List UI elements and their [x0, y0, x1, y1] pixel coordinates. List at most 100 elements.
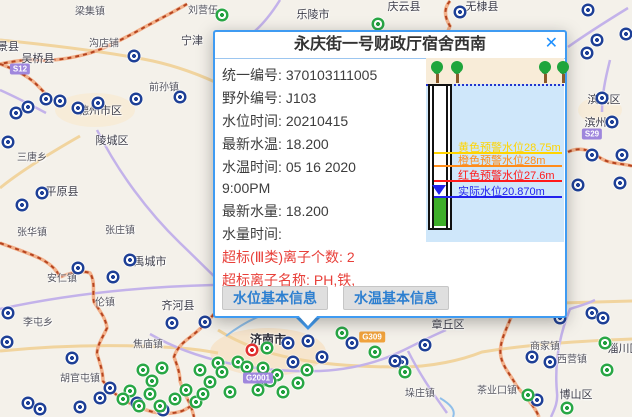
station-marker[interactable] — [133, 400, 146, 413]
station-marker[interactable] — [216, 9, 229, 22]
station-marker[interactable] — [54, 95, 67, 108]
station-marker[interactable] — [74, 401, 87, 414]
station-marker[interactable] — [1, 336, 14, 349]
water-temp-info-button[interactable]: 水温基本信息 — [343, 286, 449, 310]
station-marker[interactable] — [128, 50, 141, 63]
map-label: 禹城市 — [134, 253, 167, 269]
station-marker[interactable] — [454, 6, 467, 19]
station-marker[interactable] — [596, 92, 609, 105]
station-marker[interactable] — [302, 335, 315, 348]
station-marker[interactable] — [130, 93, 143, 106]
station-marker[interactable] — [597, 312, 610, 325]
station-marker[interactable] — [180, 384, 193, 397]
station-marker[interactable] — [144, 388, 157, 401]
station-marker[interactable] — [616, 149, 629, 162]
station-marker[interactable] — [522, 389, 535, 402]
station-marker[interactable] — [2, 136, 15, 149]
station-marker[interactable] — [10, 107, 23, 120]
popup-buttons: 水位基本信息 水温基本信息 — [222, 286, 449, 310]
station-marker[interactable] — [117, 393, 130, 406]
station-marker[interactable] — [561, 402, 574, 415]
station-marker[interactable] — [544, 356, 557, 369]
station-marker[interactable] — [261, 342, 274, 355]
map-label: 梁集镇 — [75, 3, 105, 18]
close-icon[interactable]: ✕ — [545, 34, 558, 54]
station-marker[interactable] — [599, 337, 612, 350]
station-marker[interactable] — [601, 364, 614, 377]
station-marker[interactable] — [389, 355, 402, 368]
station-marker[interactable] — [36, 187, 49, 200]
field-latest-volume: 最新水量:18.200 — [222, 201, 404, 222]
station-marker[interactable] — [292, 377, 305, 390]
selected-station-marker[interactable] — [246, 344, 259, 357]
station-marker[interactable] — [72, 262, 85, 275]
station-marker[interactable] — [169, 393, 182, 406]
station-marker[interactable] — [287, 356, 300, 369]
map-label: 三唐乡 — [17, 149, 47, 164]
station-marker[interactable] — [399, 366, 412, 379]
station-marker[interactable] — [156, 362, 169, 375]
station-marker[interactable] — [107, 271, 120, 284]
station-marker[interactable] — [104, 382, 117, 395]
map-label: 张庄镇 — [105, 222, 135, 237]
station-marker[interactable] — [22, 101, 35, 114]
station-marker[interactable] — [40, 93, 53, 106]
map-label: 乐陵市 — [297, 6, 330, 22]
station-marker[interactable] — [316, 351, 329, 364]
station-marker[interactable] — [369, 346, 382, 359]
station-marker[interactable] — [2, 307, 15, 320]
map-label: 章丘区 — [432, 316, 465, 332]
map-viewport[interactable]: 梁集镇刘营伍乐陵市庆云县无棣县宁津沟店铺吴桥县景县前孙镇德州市区陵城区三唐乡平原… — [0, 0, 632, 417]
map-label: 胡官屯镇 — [60, 370, 100, 385]
station-marker[interactable] — [419, 339, 432, 352]
station-marker[interactable] — [216, 366, 229, 379]
station-marker[interactable] — [174, 91, 187, 104]
station-marker[interactable] — [582, 4, 595, 17]
station-marker[interactable] — [346, 337, 359, 350]
well-shaft — [428, 84, 452, 230]
ground-surface — [426, 58, 564, 84]
map-label: 西营镇 — [557, 351, 587, 366]
station-marker[interactable] — [277, 386, 290, 399]
station-marker[interactable] — [194, 364, 207, 377]
station-marker[interactable] — [146, 375, 159, 388]
station-marker[interactable] — [224, 386, 237, 399]
station-marker[interactable] — [581, 47, 594, 60]
station-marker[interactable] — [614, 177, 627, 190]
station-popup: 永庆街一号财政厅宿舍西南 ✕ 统一编号:370103111005 野外编号:J1… — [213, 30, 567, 318]
station-marker[interactable] — [154, 400, 167, 413]
map-label: 焦庙镇 — [133, 336, 163, 351]
station-marker[interactable] — [72, 102, 85, 115]
station-marker[interactable] — [252, 384, 265, 397]
station-marker[interactable] — [124, 254, 137, 267]
station-marker[interactable] — [526, 351, 539, 364]
map-label: 茶业口镇 — [477, 382, 517, 397]
map-label: 前孙镇 — [149, 79, 179, 94]
map-label: 李屯乡 — [23, 314, 53, 329]
station-marker[interactable] — [204, 376, 217, 389]
water-level-info-button[interactable]: 水位基本信息 — [222, 286, 328, 310]
station-marker[interactable] — [66, 352, 79, 365]
map-label: 平原县 — [46, 183, 79, 199]
station-marker[interactable] — [591, 34, 604, 47]
station-marker[interactable] — [199, 316, 212, 329]
station-marker[interactable] — [94, 392, 107, 405]
station-marker[interactable] — [572, 179, 585, 192]
station-marker[interactable] — [282, 337, 295, 350]
station-marker[interactable] — [92, 97, 105, 110]
station-marker[interactable] — [372, 18, 385, 31]
map-label: 齐河县 — [162, 297, 195, 313]
field-volume-time: 水量时间: — [222, 224, 404, 245]
station-marker[interactable] — [301, 364, 314, 377]
station-marker[interactable] — [166, 317, 179, 330]
field-level-time: 水位时间:20210415 — [222, 111, 404, 132]
station-marker[interactable] — [336, 327, 349, 340]
field-latest-temp: 最新水温:18.200 — [222, 134, 404, 155]
road-shield: S29 — [582, 129, 602, 140]
station-marker[interactable] — [620, 28, 632, 41]
station-marker[interactable] — [34, 403, 47, 416]
station-marker[interactable] — [606, 116, 619, 129]
station-marker[interactable] — [16, 199, 29, 212]
station-marker[interactable] — [197, 388, 210, 401]
station-marker[interactable] — [586, 149, 599, 162]
